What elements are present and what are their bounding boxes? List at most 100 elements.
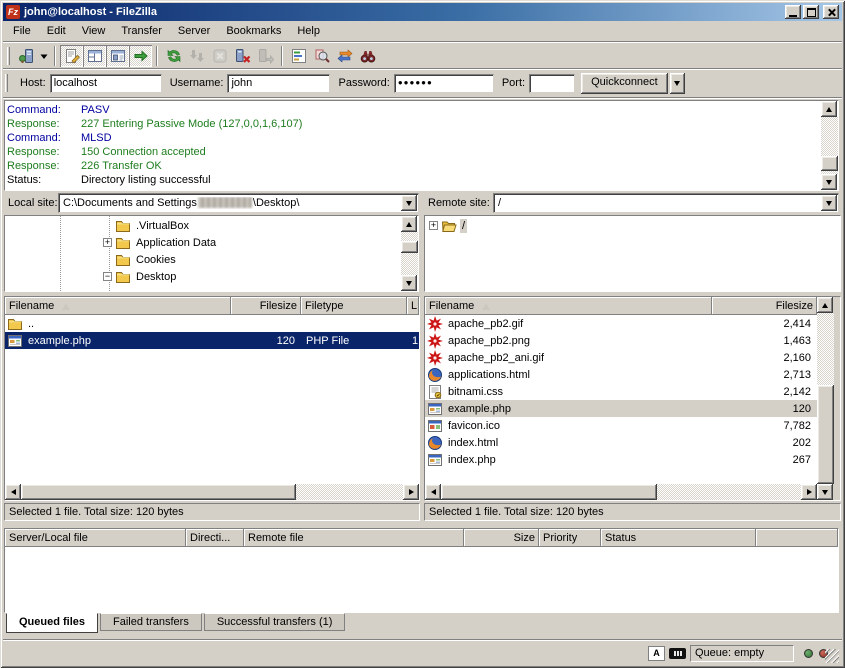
site-manager-dropdown-button[interactable] (37, 45, 50, 67)
favicon.ico[interactable]: favicon.ico7,782 (425, 417, 817, 434)
local-site-combobox[interactable]: C:\Documents and Settings\Desktop\ (58, 193, 419, 213)
synchronized-browsing-button[interactable] (333, 45, 356, 67)
tree-item[interactable]: .VirtualBox (5, 217, 401, 234)
password-input[interactable]: ●●●●●● (394, 74, 494, 93)
tree-item[interactable]: Cookies (5, 251, 401, 268)
minimize-button[interactable] (785, 5, 801, 19)
toolbar-gripper[interactable] (7, 47, 10, 65)
column-header[interactable]: Filename (425, 297, 712, 315)
queue-tab[interactable]: Successful transfers (1) (204, 613, 346, 631)
scroll-up-button[interactable] (401, 216, 417, 232)
scroll-left-button[interactable] (5, 484, 21, 500)
queue-column-header[interactable]: Size (464, 529, 539, 547)
process-queue-button[interactable] (185, 45, 208, 67)
toggle-transfer-queue-button[interactable] (129, 45, 152, 67)
port-input[interactable] (529, 74, 575, 93)
menu-item[interactable]: File (5, 22, 39, 40)
remote-site-dropdown-button[interactable] (821, 195, 837, 211)
find-files-button[interactable] (356, 45, 379, 67)
column-header[interactable]: Filename (5, 297, 231, 315)
scrollbar-track[interactable] (21, 484, 403, 500)
scrollbar-thumb[interactable] (21, 484, 296, 500)
scrollbar-track[interactable] (821, 117, 838, 174)
tree-expander[interactable]: − (103, 272, 112, 281)
apache_pb2_ani.gif[interactable]: apache_pb2_ani.gif2,160 (425, 349, 817, 366)
close-button[interactable] (823, 5, 839, 19)
menu-item[interactable]: Transfer (113, 22, 170, 40)
queue-tab[interactable]: Queued files (6, 613, 98, 633)
queue-column-header[interactable]: Directi... (186, 529, 244, 547)
remote-list-hscrollbar[interactable] (425, 484, 817, 500)
scrollbar-track[interactable] (441, 484, 801, 500)
scrollbar-thumb[interactable] (821, 156, 838, 171)
local-tree-scrollbar[interactable] (401, 216, 418, 291)
remote-list-scrollbar[interactable] (817, 297, 834, 500)
log-scrollbar[interactable] (821, 101, 838, 190)
quickconnect-button[interactable]: Quickconnect (581, 73, 668, 94)
username-input[interactable]: john (227, 74, 330, 93)
example.php[interactable]: example.php120 (425, 400, 817, 417)
scroll-right-button[interactable] (801, 484, 817, 500)
scroll-down-button[interactable] (821, 174, 837, 190)
disconnect-button[interactable] (231, 45, 254, 67)
queue-column-header[interactable]: Priority (539, 529, 601, 547)
toggle-message-log-button[interactable] (60, 45, 83, 67)
scroll-down-button[interactable] (401, 275, 417, 291)
local-site-path[interactable]: C:\Documents and Settings\Desktop\ (63, 197, 398, 209)
local-list-hscrollbar[interactable] (5, 484, 419, 500)
scrollbar-thumb[interactable] (441, 484, 657, 500)
local-site-dropdown-button[interactable] (401, 195, 417, 211)
reconnect-button[interactable] (254, 45, 277, 67)
..[interactable]: .. (5, 315, 419, 332)
tree-item[interactable]: −Desktop (5, 268, 401, 285)
quickconnect-gripper[interactable] (5, 74, 8, 92)
menu-item[interactable]: Bookmarks (218, 22, 289, 40)
tree-item[interactable]: +Application Data (5, 234, 401, 251)
apache_pb2.png[interactable]: apache_pb2.png1,463 (425, 332, 817, 349)
column-header[interactable]: L (407, 297, 419, 315)
index.html[interactable]: index.html202 (425, 434, 817, 451)
refresh-button[interactable] (162, 45, 185, 67)
filter-button[interactable] (287, 45, 310, 67)
scrollbar-track[interactable] (817, 313, 834, 484)
index.php[interactable]: index.php267 (425, 451, 817, 468)
cancel-operation-button[interactable] (208, 45, 231, 67)
remote-site-path[interactable]: / (498, 197, 818, 209)
scroll-left-button[interactable] (425, 484, 441, 500)
tree-expander[interactable]: + (103, 238, 112, 247)
maximize-button[interactable] (803, 5, 819, 19)
toggle-remote-tree-button[interactable] (106, 45, 129, 67)
toggle-local-tree-button[interactable] (83, 45, 106, 67)
column-header[interactable]: Filesize (712, 297, 817, 315)
queue-column-header[interactable] (756, 529, 838, 547)
menu-item[interactable]: Edit (39, 22, 74, 40)
column-header[interactable]: Filesize (231, 297, 301, 315)
bitnami.css[interactable]: bitnami.css2,142 (425, 383, 817, 400)
remote-site-combobox[interactable]: / (493, 193, 839, 213)
example.php[interactable]: example.php120PHP File1 (5, 332, 419, 349)
scroll-up-button[interactable] (817, 297, 833, 313)
resize-grip[interactable] (825, 649, 839, 663)
queue-column-header[interactable]: Status (601, 529, 756, 547)
queue-column-header[interactable]: Server/Local file (5, 529, 186, 547)
scrollbar-thumb[interactable] (817, 385, 834, 484)
apache_pb2.gif[interactable]: apache_pb2.gif2,414 (425, 315, 817, 332)
scroll-up-button[interactable] (821, 101, 837, 117)
menu-item[interactable]: Help (289, 22, 328, 40)
scroll-right-button[interactable] (403, 484, 419, 500)
scroll-down-button[interactable] (817, 484, 833, 500)
menu-item[interactable]: View (74, 22, 114, 40)
quickconnect-dropdown-button[interactable] (670, 73, 685, 94)
site-manager-button[interactable] (14, 45, 37, 67)
scrollbar-thumb[interactable] (401, 241, 418, 253)
tree-item[interactable]: +/ (425, 217, 840, 234)
queue-tab[interactable]: Failed transfers (100, 613, 202, 631)
queue-column-header[interactable]: Remote file (244, 529, 464, 547)
applications.html[interactable]: applications.html2,713 (425, 366, 817, 383)
title-bar[interactable]: Fz john@localhost - FileZilla (3, 3, 842, 21)
scrollbar-track[interactable] (401, 232, 418, 275)
directory-comparison-button[interactable] (310, 45, 333, 67)
menu-item[interactable]: Server (170, 22, 218, 40)
column-header[interactable]: Filetype (301, 297, 407, 315)
host-input[interactable]: localhost (50, 74, 162, 93)
